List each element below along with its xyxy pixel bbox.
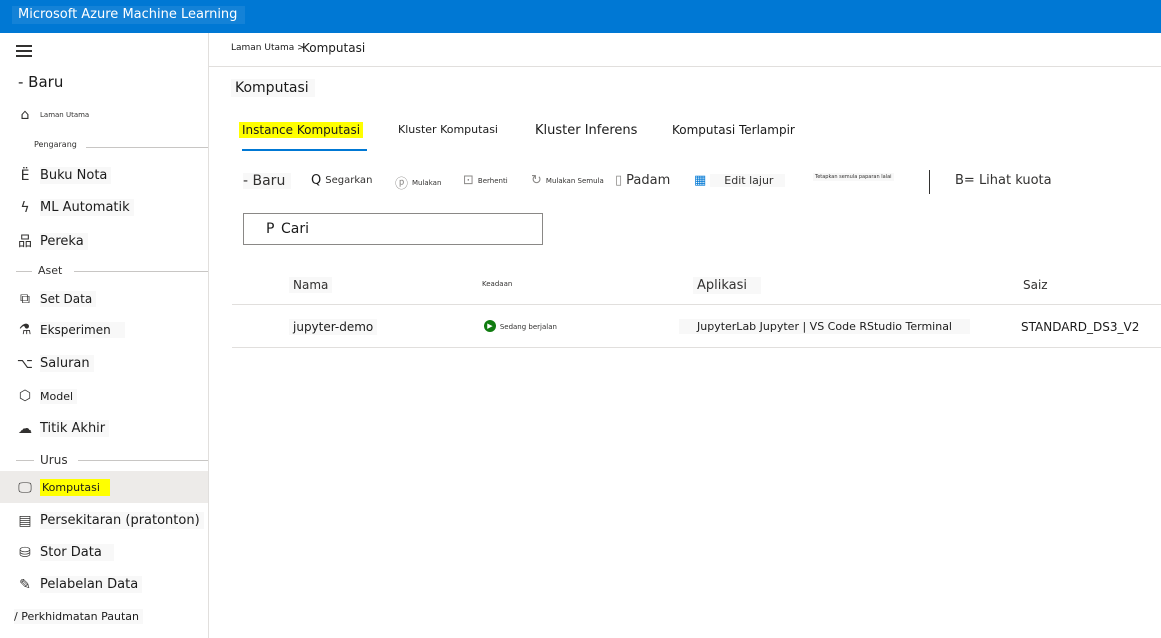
- row-name-link[interactable]: jupyter-demo: [289, 319, 378, 335]
- restart-button[interactable]: ↻ Mulakan Semula: [531, 173, 604, 188]
- running-status-icon: ▶: [484, 319, 496, 332]
- compute-icon: 🖵: [18, 479, 32, 496]
- stop-icon: ⊡: [463, 173, 474, 188]
- app-title[interactable]: Microsoft Azure Machine Learning: [12, 6, 246, 24]
- main-content: Laman Utama > Komputasi Komputasi Instan…: [209, 33, 1161, 638]
- new-button[interactable]: - Baru: [243, 173, 292, 189]
- endpoint-icon: ☁: [18, 420, 32, 437]
- sidebar-item-compute[interactable]: 🖵 Komputasi: [16, 479, 110, 496]
- columns-icon: ▦: [694, 173, 707, 188]
- sidebar-item-datastores[interactable]: ⛁ Stor Data: [16, 544, 114, 561]
- sidebar-item-label: Stor Data: [40, 544, 114, 561]
- app-header: Microsoft Azure Machine Learning: [0, 0, 1161, 33]
- column-header-name[interactable]: Nama: [289, 277, 333, 293]
- sidebar-item-label: Laman Utama: [40, 111, 90, 119]
- toolbar-divider: [929, 170, 930, 194]
- tab-compute-instances[interactable]: Instance Komputasi: [239, 122, 364, 138]
- breadcrumb-home[interactable]: Laman Utama >: [231, 43, 305, 53]
- datastore-icon: ⛁: [19, 544, 31, 561]
- table-row-divider: [232, 347, 1161, 348]
- hamburger-menu-icon[interactable]: [16, 45, 32, 57]
- sidebar-item-home[interactable]: ⌂ Laman Utama: [16, 107, 90, 123]
- sidebar-item-models[interactable]: ⬡ Model: [16, 388, 78, 404]
- view-quota-button[interactable]: B= Lihat kuota: [955, 173, 1052, 188]
- environment-icon: ▤: [18, 512, 32, 529]
- sidebar-item-experiments[interactable]: ⚗ Eksperimen: [16, 322, 125, 338]
- refresh-icon: Q: [311, 173, 322, 188]
- refresh-button[interactable]: Q Segarkan: [311, 173, 372, 188]
- table-header-divider: [232, 304, 1161, 305]
- restart-icon: ↻: [531, 173, 542, 188]
- reset-view-button[interactable]: Tetapkan semula paparan lalai: [813, 173, 894, 181]
- tab-compute-clusters[interactable]: Kluster Komputasi: [395, 122, 501, 137]
- dataset-icon: ⧉: [20, 291, 30, 307]
- sidebar-item-label: Saluran: [40, 355, 94, 372]
- play-icon: ⓟ: [395, 177, 409, 192]
- row-size: STANDARD_DS3_V2: [1021, 320, 1140, 334]
- automl-icon: ϟ: [20, 199, 30, 216]
- row-apps-links[interactable]: JupyterLab Jupyter | VS Code RStudio Ter…: [679, 319, 970, 334]
- notebook-icon: Ë: [20, 167, 30, 184]
- sidebar-item-label: Pelabelan Data: [40, 576, 143, 593]
- stop-button[interactable]: ⊡ Berhenti: [463, 173, 508, 188]
- breadcrumb-current: Komputasi: [302, 41, 366, 55]
- delete-button[interactable]: ▯ Padam: [615, 173, 670, 188]
- sidebar-item-label: Eksperimen: [40, 322, 125, 338]
- home-icon: ⌂: [20, 107, 30, 123]
- sidebar-item-automl[interactable]: ϟ ML Automatik: [16, 199, 134, 216]
- sidebar-item-label: ML Automatik: [40, 199, 134, 216]
- sidebar-item-pipelines[interactable]: ⌥ Saluran: [16, 355, 94, 372]
- sidebar-item-endpoints[interactable]: ☁ Titik Akhir: [16, 420, 110, 437]
- pipeline-icon: ⌥: [16, 355, 34, 372]
- model-icon: ⬡: [18, 388, 32, 404]
- sidebar-item-label: Pereka: [40, 232, 88, 250]
- sidebar: - Baru ⌂ Laman Utama Pengarang Ë Buku No…: [0, 33, 209, 638]
- search-placeholder: Cari: [281, 221, 309, 237]
- sidebar-item-environments[interactable]: ▤ Persekitaran (pratonton): [16, 512, 204, 529]
- tab-attached-compute[interactable]: Komputasi Terlampir: [669, 122, 798, 138]
- labeling-icon: ✎: [19, 576, 31, 593]
- sidebar-item-datasets[interactable]: ⧉ Set Data: [16, 291, 97, 307]
- breadcrumb: Laman Utama > Komputasi: [209, 33, 1161, 67]
- edit-columns-button[interactable]: ▦ Edit lajur: [694, 173, 786, 188]
- search-icon: P: [266, 221, 275, 237]
- page-title: Komputasi: [231, 79, 315, 97]
- column-header-state[interactable]: Keadaan: [478, 279, 516, 289]
- sidebar-item-notebooks[interactable]: Ë Buku Nota: [16, 167, 112, 184]
- tab-inference-clusters[interactable]: Kluster Inferens: [532, 122, 640, 139]
- experiment-icon: ⚗: [18, 322, 32, 338]
- sidebar-item-label: Komputasi: [40, 479, 110, 496]
- sidebar-new-button[interactable]: - Baru: [18, 73, 63, 91]
- designer-icon: 品: [18, 234, 32, 250]
- sidebar-item-label: Model: [40, 388, 78, 404]
- sidebar-item-linked-services[interactable]: / Perkhidmatan Pautan: [14, 609, 143, 624]
- column-header-size[interactable]: Saiz: [1019, 277, 1052, 293]
- sidebar-item-label: Persekitaran (pratonton): [40, 512, 204, 529]
- active-tab-underline: [242, 149, 367, 151]
- trash-icon: ▯: [615, 173, 623, 188]
- start-button[interactable]: ⓟ Mulakan: [395, 173, 441, 192]
- sidebar-item-designer[interactable]: 品 Pereka: [16, 231, 88, 251]
- sidebar-item-label: Buku Nota: [40, 167, 112, 184]
- sidebar-item-data-labeling[interactable]: ✎ Pelabelan Data: [16, 576, 143, 593]
- sidebar-item-label: / Perkhidmatan Pautan: [14, 609, 143, 624]
- column-header-apps[interactable]: Aplikasi: [693, 277, 762, 294]
- search-input[interactable]: P Cari: [243, 213, 543, 245]
- row-state: ▶ Sedang berjalan: [480, 317, 561, 333]
- sidebar-item-label: Set Data: [40, 291, 97, 307]
- sidebar-item-label: Titik Akhir: [40, 420, 110, 437]
